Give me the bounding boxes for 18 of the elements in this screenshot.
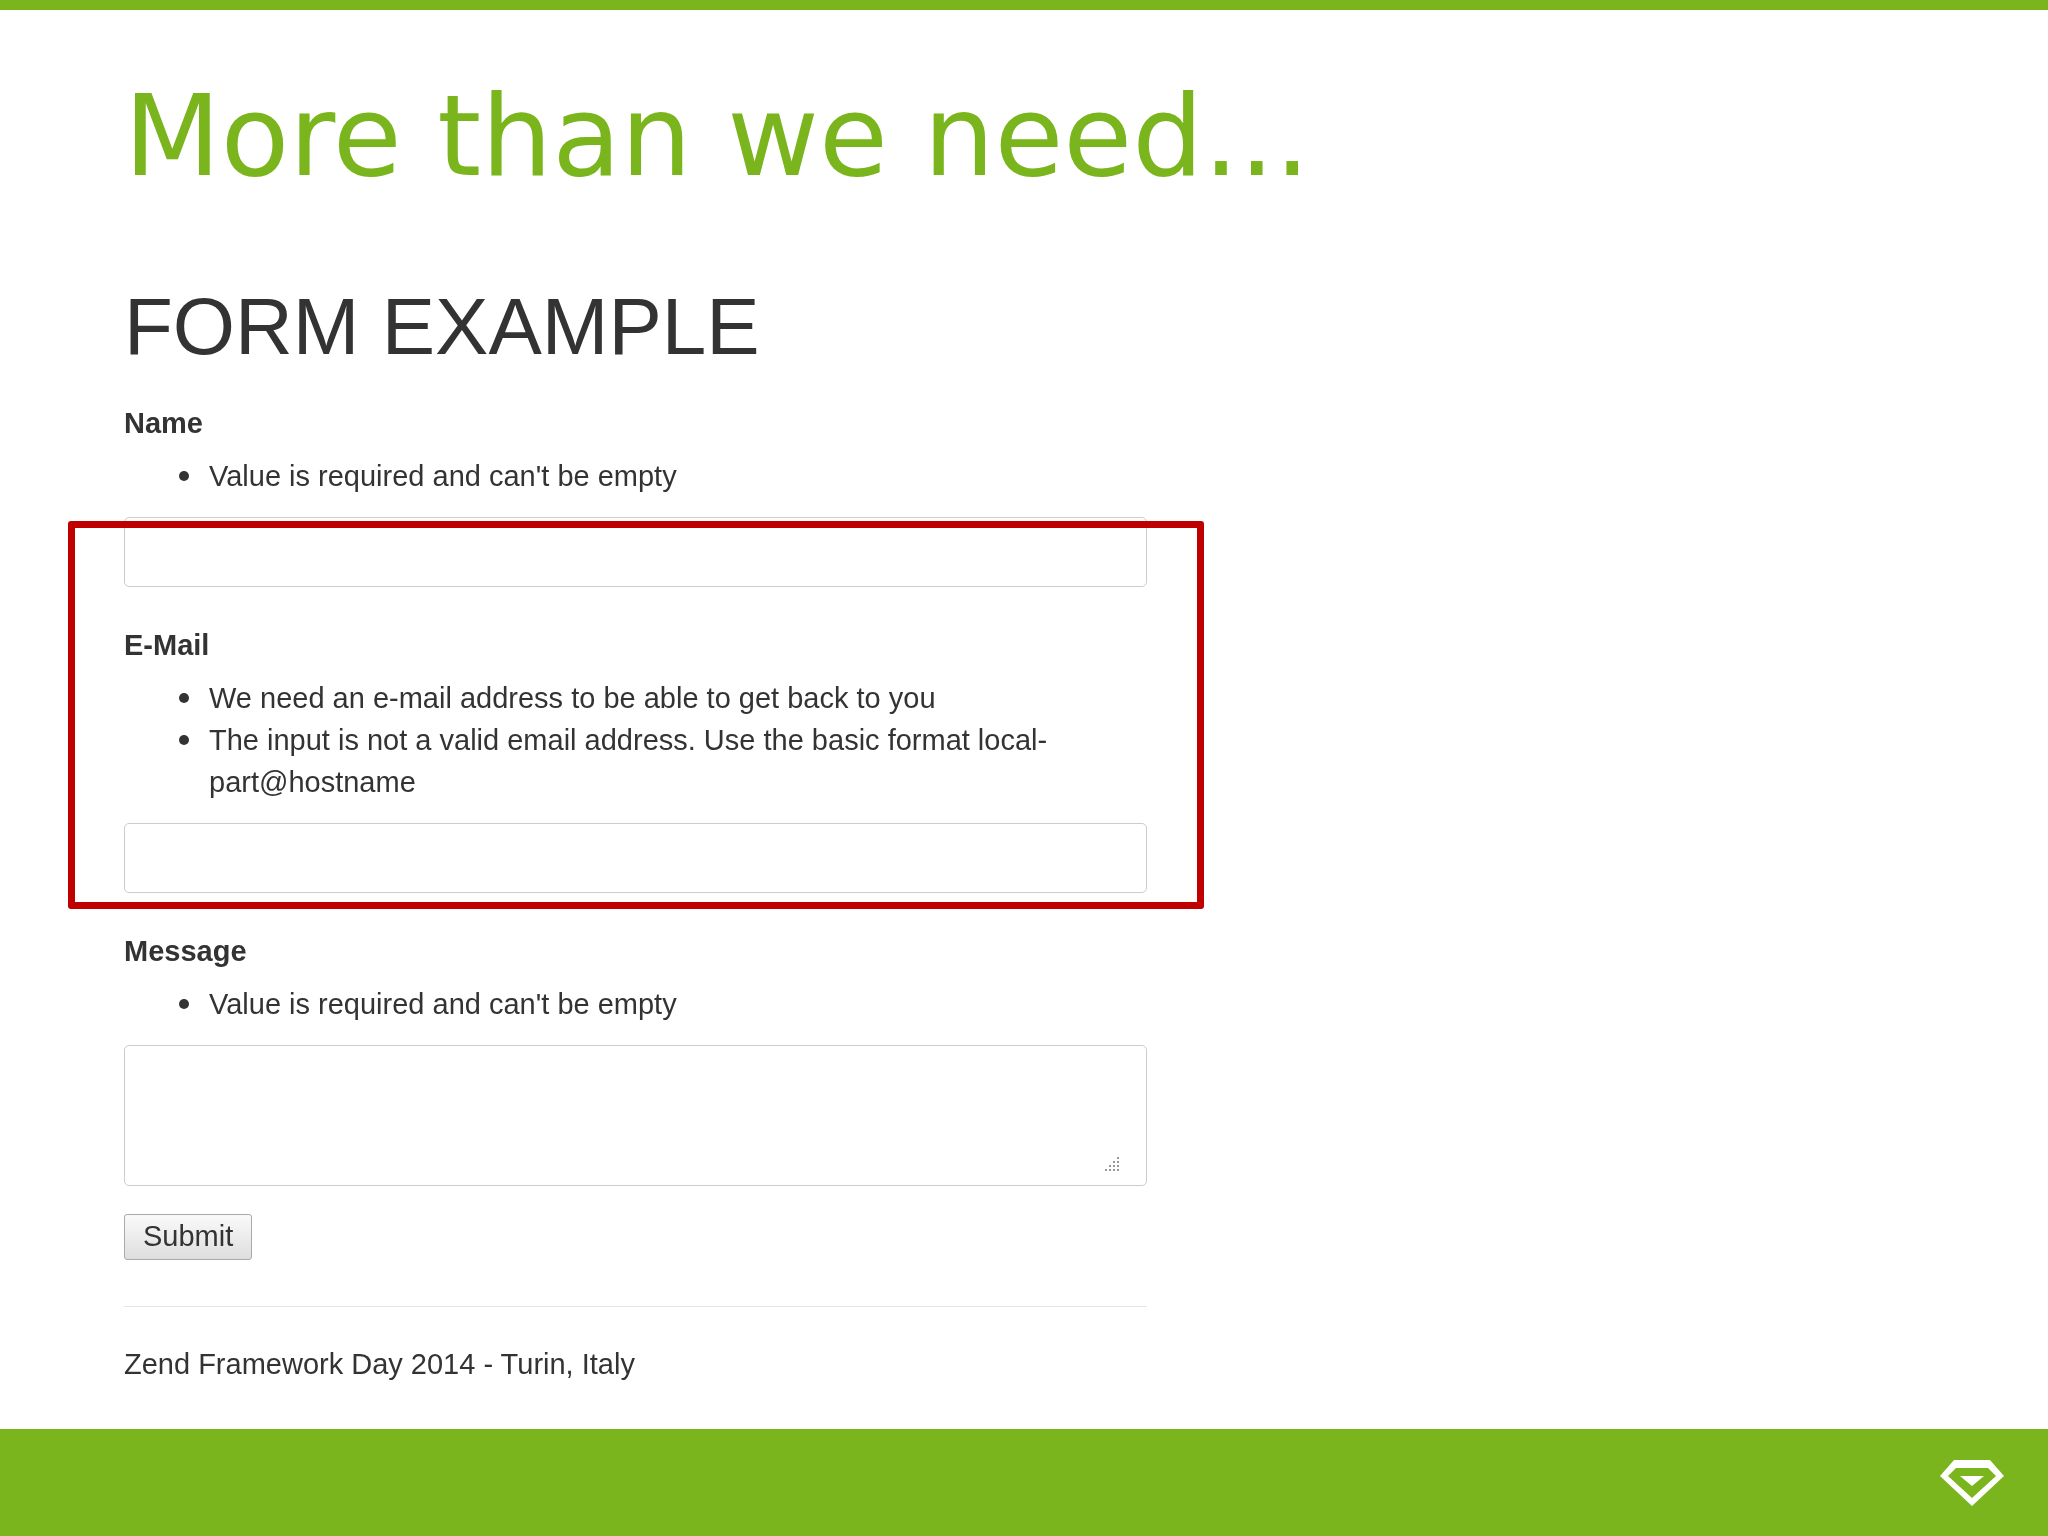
form-heading: FORM EXAMPLE [124, 287, 760, 367]
field-label: E-Mail [124, 628, 210, 663]
error-message: The input is not a valid email address. Use the basic format local-part@hostname [209, 723, 1049, 800]
bullet-icon [179, 471, 189, 481]
bullet-icon [179, 999, 189, 1009]
bullet-icon [179, 735, 189, 745]
bullet-icon [179, 693, 189, 703]
slide-title: More than we need... [124, 80, 1311, 192]
submit-button[interactable]: Submit [124, 1214, 253, 1260]
field-label: Name [124, 406, 203, 441]
field-label: Message [124, 934, 247, 969]
input-field[interactable] [124, 823, 1147, 893]
resize-handle-icon [1104, 1155, 1120, 1171]
footer-text: Zend Framework Day 2014 - Turin, Italy [124, 1347, 635, 1382]
error-message: Value is required and can't be empty [209, 459, 678, 494]
error-message: Value is required and can't be empty [209, 987, 678, 1022]
message-field[interactable] [124, 1045, 1147, 1186]
error-message: We need an e-mail address to be able to get back to you [209, 681, 937, 716]
